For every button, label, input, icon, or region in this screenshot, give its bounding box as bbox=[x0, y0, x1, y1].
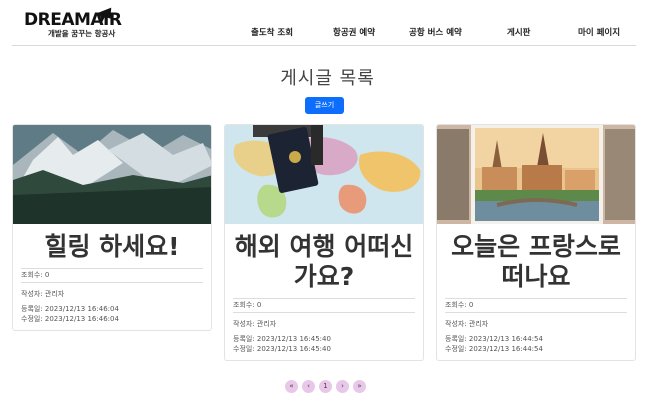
last-page-button[interactable]: » bbox=[353, 380, 366, 393]
post-author: 작성자: 관리자 bbox=[21, 290, 65, 298]
nav-item-bus-booking[interactable]: 공항 버스 예약 bbox=[409, 26, 462, 38]
post-created: 등록일: 2023/12/13 16:45:40 bbox=[233, 335, 331, 343]
prev-page-button[interactable]: ‹ bbox=[302, 380, 315, 393]
post-image-france[interactable] bbox=[437, 125, 635, 224]
page-title: 게시글 목록 bbox=[280, 68, 375, 89]
post-created: 등록일: 2023/12/13 16:46:04 bbox=[21, 305, 119, 313]
post-card[interactable]: 오늘은 프랑스로 떠나요 조회수: 0 작성자: 관리자 등록일: 2023/1… bbox=[436, 124, 636, 361]
page-1-button[interactable]: 1 bbox=[319, 380, 332, 393]
nav-item-mypage[interactable]: 마이 페이지 bbox=[578, 26, 620, 38]
first-page-button[interactable]: « bbox=[285, 380, 298, 393]
post-views: 조회수: 0 bbox=[445, 301, 474, 309]
post-modified: 수정일: 2023/12/13 16:46:04 bbox=[21, 315, 119, 323]
post-author: 작성자: 관리자 bbox=[445, 320, 489, 328]
post-title[interactable]: 힐링 하세요! bbox=[13, 224, 211, 262]
post-dates: 등록일: 2023/12/13 16:44:54 수정일: 2023/12/13… bbox=[437, 329, 635, 360]
post-image-world-map[interactable] bbox=[225, 125, 423, 224]
post-modified: 수정일: 2023/12/13 16:44:54 bbox=[445, 345, 543, 353]
main-nav: 출도착 조회 항공권 예약 공항 버스 예약 게시판 마이 페이지 bbox=[0, 26, 655, 38]
write-post-button[interactable]: 글쓰기 bbox=[305, 97, 344, 114]
post-card[interactable]: 힐링 하세요! 조회수: 0 작성자: 관리자 등록일: 2023/12/13 … bbox=[12, 124, 212, 331]
post-author: 작성자: 관리자 bbox=[233, 320, 277, 328]
site-header: DREAMAIR 개발을 꿈꾸는 항공사 출도착 조회 항공권 예약 공항 버스… bbox=[0, 0, 655, 46]
next-page-button[interactable]: › bbox=[336, 380, 349, 393]
nav-item-board[interactable]: 게시판 bbox=[507, 26, 530, 38]
post-dates: 등록일: 2023/12/13 16:46:04 수정일: 2023/12/13… bbox=[13, 299, 211, 330]
airplane-icon bbox=[94, 7, 112, 23]
post-image-mountain[interactable] bbox=[13, 125, 211, 224]
post-views: 조회수: 0 bbox=[21, 271, 50, 279]
post-title[interactable]: 오늘은 프랑스로 떠나요 bbox=[437, 224, 635, 292]
nav-item-flight-booking[interactable]: 항공권 예약 bbox=[333, 26, 375, 38]
post-card[interactable]: 해외 여행 어떠신가요? 조회수: 0 작성자: 관리자 등록일: 2023/1… bbox=[224, 124, 424, 361]
post-title[interactable]: 해외 여행 어떠신가요? bbox=[225, 224, 423, 292]
nav-item-arrivals[interactable]: 출도착 조회 bbox=[251, 26, 293, 38]
header-divider bbox=[12, 45, 636, 46]
post-dates: 등록일: 2023/12/13 16:45:40 수정일: 2023/12/13… bbox=[225, 329, 423, 360]
post-modified: 수정일: 2023/12/13 16:45:40 bbox=[233, 345, 331, 353]
post-views: 조회수: 0 bbox=[233, 301, 262, 309]
post-created: 등록일: 2023/12/13 16:44:54 bbox=[445, 335, 543, 343]
